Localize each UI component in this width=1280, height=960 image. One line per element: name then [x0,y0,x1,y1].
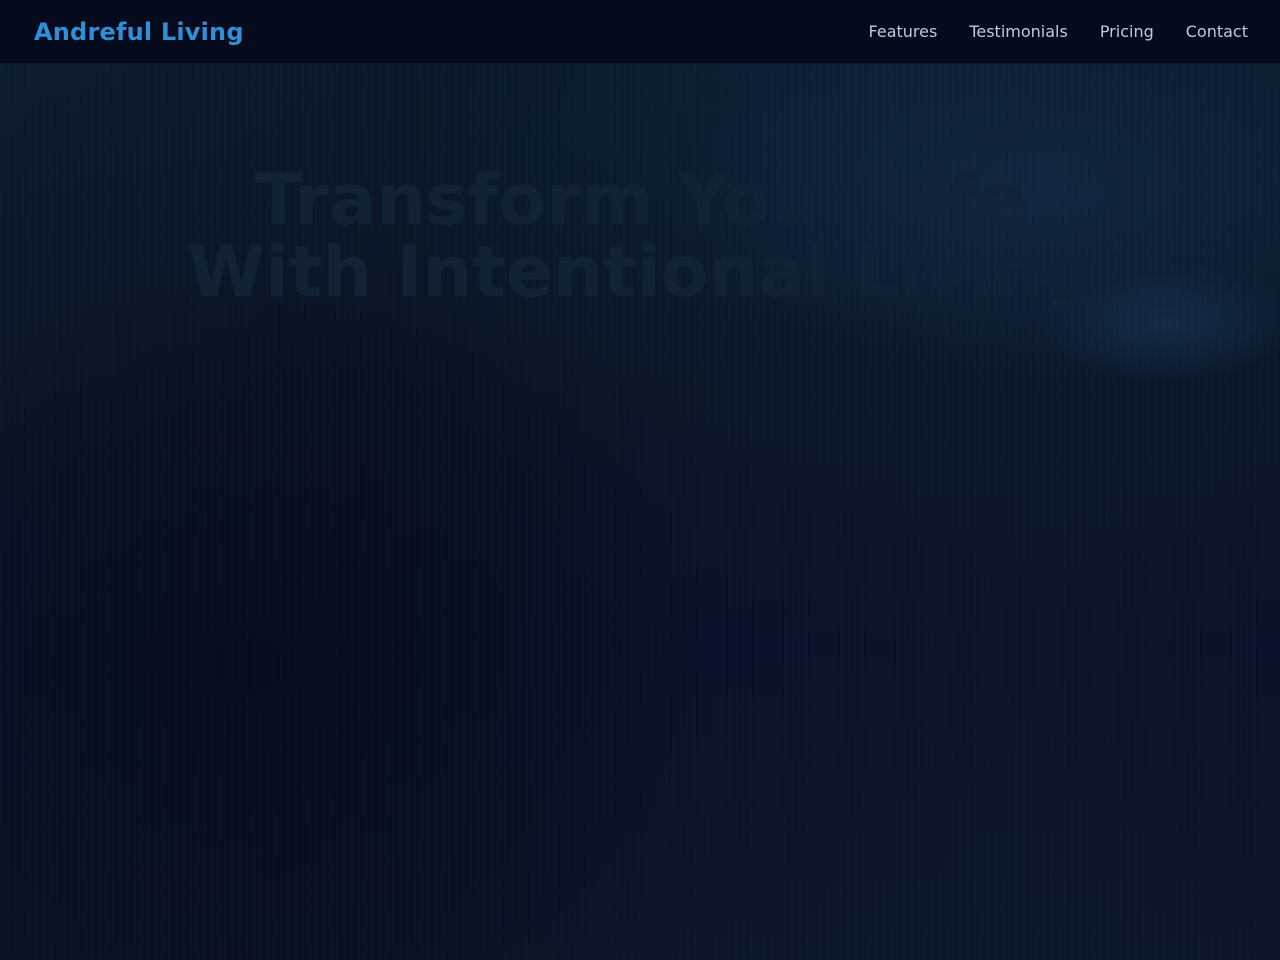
hero-title-line-2: With Intentional Living [187,231,1093,313]
nav-link-contact[interactable]: Contact [1186,22,1248,41]
nav-link-testimonials[interactable]: Testimonials [969,22,1068,41]
nav-link-features[interactable]: Features [869,22,938,41]
brand-logo-link[interactable]: Andreful Living [34,18,244,46]
hero-section: Transform Your Life With Intentional Liv… [0,64,1280,960]
nav-link-pricing[interactable]: Pricing [1100,22,1154,41]
main-nav: Features Testimonials Pricing Contact [869,22,1248,41]
top-navbar: Andreful Living Features Testimonials Pr… [0,0,1280,64]
hero-title: Transform Your Life With Intentional Liv… [0,164,1280,308]
hero-title-line-1: Transform Your Life [254,159,1026,241]
